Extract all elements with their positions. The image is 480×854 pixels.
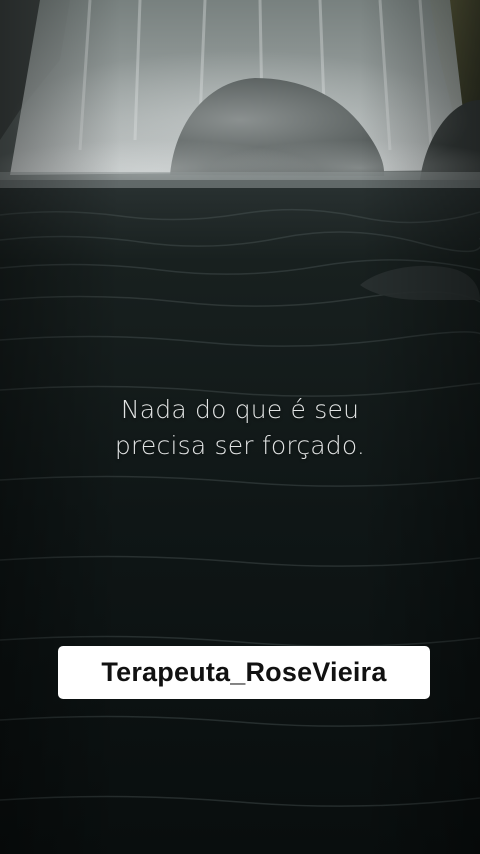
quote-line-1: Nada do que é seu (120, 395, 360, 424)
quote-line-2: precisa ser forçado. (114, 431, 366, 460)
quote-text: Nada do que é seu precisa ser forçado. (0, 392, 480, 464)
video-frame: Nada do que é seu precisa ser forçado. T… (0, 0, 480, 854)
watermark-handle-text: Terapeuta_RoseVieira (101, 657, 387, 687)
watermark-handle-box: Terapeuta_RoseVieira (58, 646, 430, 699)
